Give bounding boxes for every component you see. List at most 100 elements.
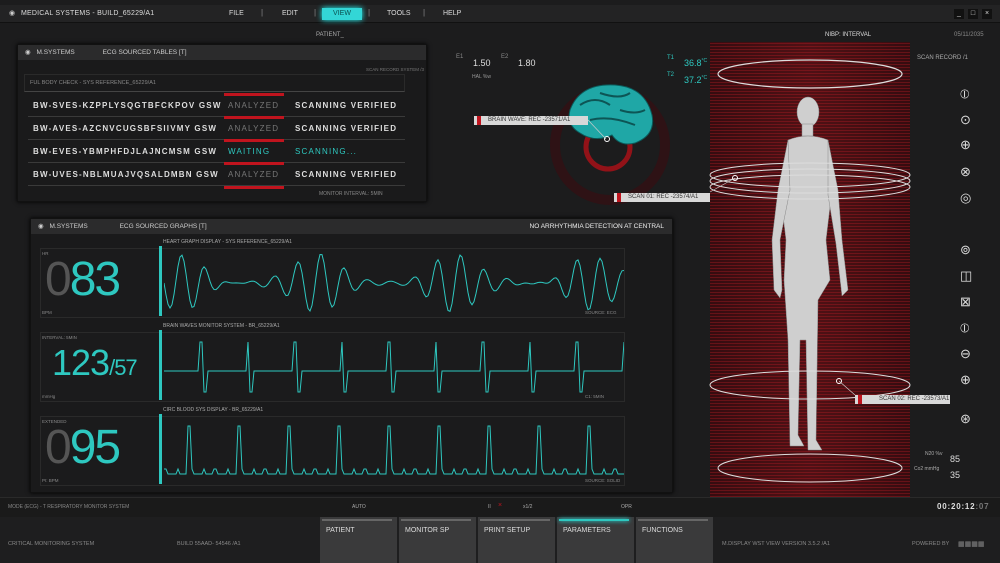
bp-value: 123/57 <box>52 342 138 383</box>
table-row[interactable]: BW-EVES-YBMPHFDJLAJNCMSM GSW WAITING SCA… <box>28 139 405 163</box>
n2o-value: 85 <box>950 454 961 464</box>
graph-unit: mmHg <box>42 394 56 399</box>
footer-version: M.DISPLAY WST VIEW VERSION 3.5.2 /A1 <box>722 541 830 547</box>
circle-eye-icon[interactable]: ⊚ <box>960 242 971 258</box>
table-row[interactable]: BW-SVES-KZPPLYSQGTBFCKPOV GSW ANALYZED S… <box>28 93 405 117</box>
brain-icon <box>568 84 654 145</box>
eye-icon: ◉ <box>9 10 16 17</box>
tables-panel-header: ◉ M.SYSTEMS ECG SOURCED TABLES [T] <box>18 45 426 60</box>
graph-unit: PI: BPM <box>42 478 59 483</box>
co2-label: Co2 mmHg <box>914 466 940 472</box>
graph-unit: BPM <box>42 310 52 315</box>
menu-help[interactable]: HELP <box>443 10 461 17</box>
status-opr: OPR <box>621 504 632 510</box>
n2o-label: N20 %v <box>925 451 943 457</box>
footer-system: CRITICAL MONITORING SYSTEM <box>8 541 95 547</box>
menu-edit[interactable]: EDIT <box>282 10 298 17</box>
row-status: ANALYZED <box>228 170 280 179</box>
graph-title: BRAIN WAVES MONITOR SYSTEM - BR_65229/A1 <box>163 323 280 329</box>
brain-wave-tag: BRAIN WAVE: REC -23571/A1 <box>474 116 588 125</box>
graph-cursor <box>159 414 162 484</box>
patient-label: PATIENT_ <box>316 32 344 38</box>
e1-value: 1.50 <box>473 58 491 68</box>
scan-record-system: SCAN RECORD SYSTEM /3 <box>366 67 425 72</box>
row-result: SCANNING VERIFIED <box>295 101 398 110</box>
co2-value: 35 <box>950 470 961 480</box>
row-result: SCANNING... <box>295 147 358 156</box>
arrhythmia-status: NO ARRHYTHMIA DETECTION AT CENTRAL <box>529 223 664 230</box>
vital-value: 083 <box>45 253 121 306</box>
e2-label: E2 <box>501 54 509 60</box>
row-id: BW-UVES-NBLMUAJVQSALDMBN GSW <box>33 170 219 179</box>
row-id: BW-AVES-AZCNVCUGSBFSIIVMY GSW <box>33 124 218 133</box>
panel-brand: M.SYSTEMS <box>49 223 88 230</box>
split-square-icon[interactable]: ◫ <box>960 268 972 284</box>
graph-label: INTERVAL: 5MIN <box>42 335 77 340</box>
section-title: FUL BODY CHECK - SYS REFERENCE_65229/A1 <box>30 80 156 86</box>
nibp-label: NIBP: INTERVAL <box>825 32 872 38</box>
status-auto: AUTO <box>352 504 366 510</box>
graph-cursor <box>159 330 162 400</box>
status-scale: x1/2 <box>523 504 533 510</box>
graphs-panel-header: ◉ M.SYSTEMS ECG SOURCED GRAPHS [T] NO AR… <box>31 219 672 234</box>
tab-parameters[interactable]: PARAMETERS <box>557 517 634 563</box>
menu-tools[interactable]: TOOLS <box>387 10 411 17</box>
tab-print-setup[interactable]: PRINT SETUP <box>478 517 555 563</box>
circle-cross-icon[interactable]: ⊕ <box>960 372 971 388</box>
vital-value: 095 <box>45 421 121 474</box>
row-status: WAITING <box>228 147 271 156</box>
circle-line-icon[interactable]: ⦶ <box>960 86 969 102</box>
circle-dot-icon[interactable]: ⊙ <box>960 112 971 128</box>
tab-patient[interactable]: PATIENT <box>320 517 397 563</box>
graph-cursor <box>159 246 162 316</box>
menu-file[interactable]: FILE <box>229 10 244 17</box>
logo-icon: ▦▦▦▦ <box>958 541 985 548</box>
panel-title: ECG SOURCED TABLES [T] <box>102 49 187 56</box>
graph-title: HEART GRAPH DISPLAY - SYS REFERENCE_6522… <box>163 239 292 245</box>
scan-01-tag: SCAN 01: REC -23574/A1 <box>614 193 710 202</box>
tab-monitor-sp[interactable]: MONITOR SP <box>399 517 476 563</box>
table-row[interactable]: BW-AVES-AZCNVCUGSBFSIIVMY GSW ANALYZED S… <box>28 116 405 140</box>
status-stop-icon[interactable]: × <box>498 502 502 509</box>
status-mode: MODE (ECG) - T RESPIRATORY MONITOR SYSTE… <box>8 504 130 510</box>
tab-functions[interactable]: FUNCTIONS <box>636 517 713 563</box>
hal-label: HAL %w <box>472 74 491 80</box>
row-id: BW-EVES-YBMPHFDJLAJNCMSM GSW <box>33 147 218 156</box>
circle-target-icon[interactable]: ◎ <box>960 190 971 206</box>
footer-powered: POWERED BY <box>912 541 950 547</box>
panel-title: ECG SOURCED GRAPHS [T] <box>119 223 207 230</box>
t1-label: T1 <box>667 55 675 61</box>
date: 05/11/2035 <box>954 32 984 38</box>
footer-build: BUILD 55AAD- 54546 /A1 <box>177 541 241 547</box>
row-result: SCANNING VERIFIED <box>295 124 398 133</box>
e2-value: 1.80 <box>518 58 536 68</box>
app-title: MEDICAL SYSTEMS - BUILD_65229/A1 <box>21 10 155 17</box>
eye-icon: ◉ <box>25 49 31 56</box>
table-row[interactable]: BW-UVES-NBLMUAJVQSALDMBN GSW ANALYZED SC… <box>28 162 405 186</box>
row-result: SCANNING VERIFIED <box>295 170 398 179</box>
row-status: ANALYZED <box>228 101 280 110</box>
circle-x-icon[interactable]: ⊗ <box>960 164 971 180</box>
panel-brand: M.SYSTEMS <box>36 49 75 56</box>
brain-scan <box>550 84 670 205</box>
cross-box-icon[interactable]: ⊠ <box>960 294 971 310</box>
row-status: ANALYZED <box>228 124 280 133</box>
graph-title: CIRC BLOOD SYS DISPLAY - BR_65229/A1 <box>163 407 264 413</box>
status-ii: II <box>488 504 491 510</box>
scan-02-tag: SCAN 02: REC -23573/A1 <box>855 395 950 404</box>
waveform-line <box>164 253 624 313</box>
monitor-interval: MONITOR INTERVAL: 5MIN <box>319 191 383 197</box>
circle-vert-icon[interactable]: ⦶ <box>960 320 969 336</box>
maximize-button[interactable]: □ <box>968 9 978 19</box>
circle-sun-icon[interactable]: ⊛ <box>960 411 971 427</box>
circle-minus-icon[interactable]: ⊖ <box>960 346 971 362</box>
clock: 00:20:12:07 <box>937 502 990 511</box>
eye-icon: ◉ <box>38 223 44 230</box>
close-button[interactable]: × <box>982 9 992 19</box>
menu-view[interactable]: VIEW <box>322 8 362 20</box>
scan-record: SCAN RECORD /1 <box>917 55 969 61</box>
e1-label: E1 <box>456 54 464 60</box>
circle-plus-icon[interactable]: ⊕ <box>960 137 971 153</box>
minimize-button[interactable]: _ <box>954 9 964 19</box>
human-body-model <box>709 59 911 483</box>
